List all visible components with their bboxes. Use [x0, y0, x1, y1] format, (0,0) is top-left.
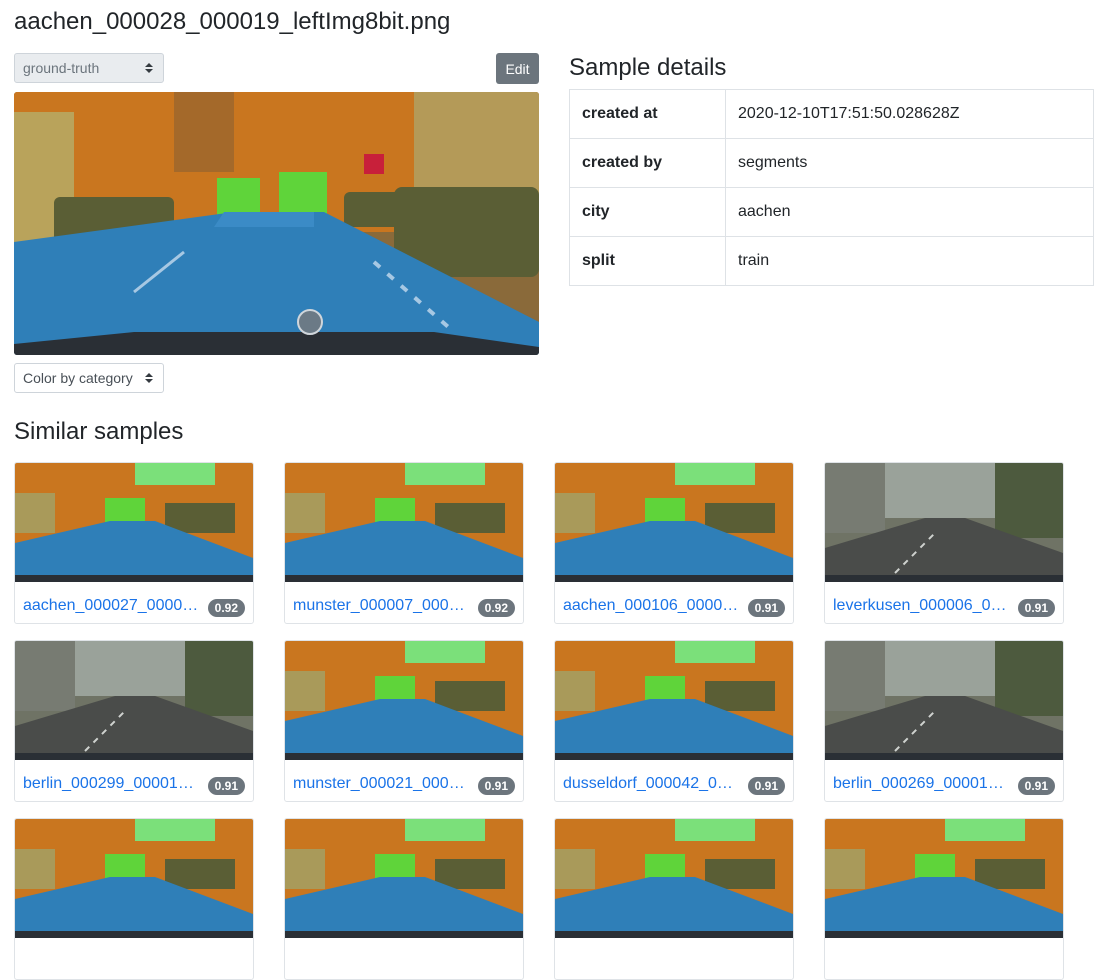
similarity-score-badge: 0.91: [747, 777, 785, 795]
similar-sample-card[interactable]: leverkusen_000006_000019_leftImg8bit.png…: [824, 462, 1064, 624]
details-key: created by: [569, 138, 726, 188]
color-mode-select[interactable]: Color by category: [14, 363, 164, 393]
similarity-score-badge: 0.92: [207, 599, 245, 617]
similarity-score-badge: 0.92: [477, 599, 515, 617]
sample-thumbnail[interactable]: [285, 819, 523, 938]
similar-sample-card[interactable]: berlin_000269_000019_leftImg8bit.png 0.9…: [824, 640, 1064, 802]
similar-sample-card[interactable]: [14, 818, 254, 980]
sample-thumbnail[interactable]: [285, 463, 523, 582]
sample-name-link[interactable]: aachen_000106_000019_leftImg8bit.png: [563, 597, 739, 615]
sample-details-heading: Sample details: [569, 54, 727, 81]
edit-button[interactable]: Edit: [496, 53, 539, 84]
sample-thumbnail[interactable]: [825, 463, 1063, 582]
details-row-created-by: created by segments: [569, 138, 1094, 188]
sample-thumbnail[interactable]: [15, 641, 253, 760]
sample-thumbnail[interactable]: [555, 819, 793, 938]
sample-name-link[interactable]: munster_000021_000019_leftImg8bit.png: [293, 775, 469, 793]
sample-thumbnail[interactable]: [15, 819, 253, 938]
similarity-score-badge: 0.91: [1017, 777, 1055, 795]
similar-sample-card[interactable]: [284, 818, 524, 980]
details-value: 2020-12-10T17:51:50.028628Z: [725, 89, 1094, 139]
similar-sample-card[interactable]: berlin_000299_000019_leftImg8bit.png 0.9…: [14, 640, 254, 802]
details-key: city: [569, 187, 726, 237]
details-key: created at: [569, 89, 726, 139]
sample-thumbnail[interactable]: [825, 819, 1063, 938]
similarity-score-badge: 0.91: [477, 777, 515, 795]
similarity-score-badge: 0.91: [207, 777, 245, 795]
similar-sample-card[interactable]: dusseldorf_000042_000019_leftImg8bit.png…: [554, 640, 794, 802]
details-value: aachen: [725, 187, 1094, 237]
similar-sample-card[interactable]: aachen_000027_000019_leftImg8bit.png 0.9…: [14, 462, 254, 624]
page-title: aachen_000028_000019_leftImg8bit.png: [14, 8, 451, 35]
similarity-score-badge: 0.91: [1017, 599, 1055, 617]
sample-thumbnail[interactable]: [285, 641, 523, 760]
sample-name-link[interactable]: munster_000007_000019_leftImg8bit.png: [293, 597, 469, 615]
similar-sample-card[interactable]: [554, 818, 794, 980]
annotation-source-value: ground-truth: [23, 60, 100, 76]
sample-name-link[interactable]: aachen_000027_000019_leftImg8bit.png: [23, 597, 199, 615]
sample-name-link[interactable]: dusseldorf_000042_000019_leftImg8bit.png: [563, 775, 739, 793]
similar-samples-heading: Similar samples: [14, 418, 184, 445]
details-key: split: [569, 236, 726, 286]
details-value: train: [725, 236, 1094, 286]
sample-details-table: created at 2020-12-10T17:51:50.028628Z c…: [569, 89, 1094, 286]
sample-thumbnail[interactable]: [825, 641, 1063, 760]
select-arrows-icon: [145, 54, 153, 82]
similar-sample-card[interactable]: munster_000021_000019_leftImg8bit.png 0.…: [284, 640, 524, 802]
similarity-score-badge: 0.91: [747, 599, 785, 617]
sample-thumbnail[interactable]: [555, 641, 793, 760]
sample-thumbnail[interactable]: [555, 463, 793, 582]
similar-sample-card[interactable]: munster_000007_000019_leftImg8bit.png 0.…: [284, 462, 524, 624]
color-mode-value: Color by category: [23, 370, 133, 386]
sample-name-link[interactable]: berlin_000269_000019_leftImg8bit.png: [833, 775, 1009, 793]
similar-sample-card[interactable]: aachen_000106_000019_leftImg8bit.png 0.9…: [554, 462, 794, 624]
details-row-city: city aachen: [569, 187, 1094, 237]
main-sample-image: [14, 92, 539, 355]
details-row-created-at: created at 2020-12-10T17:51:50.028628Z: [569, 89, 1094, 139]
similar-sample-card[interactable]: [824, 818, 1064, 980]
details-row-split: split train: [569, 236, 1094, 286]
annotation-source-select[interactable]: ground-truth: [14, 53, 164, 83]
details-value: segments: [725, 138, 1094, 188]
sample-name-link[interactable]: berlin_000299_000019_leftImg8bit.png: [23, 775, 199, 793]
sample-thumbnail[interactable]: [15, 463, 253, 582]
select-arrows-icon: [145, 364, 153, 392]
sample-name-link[interactable]: leverkusen_000006_000019_leftImg8bit.png: [833, 597, 1009, 615]
